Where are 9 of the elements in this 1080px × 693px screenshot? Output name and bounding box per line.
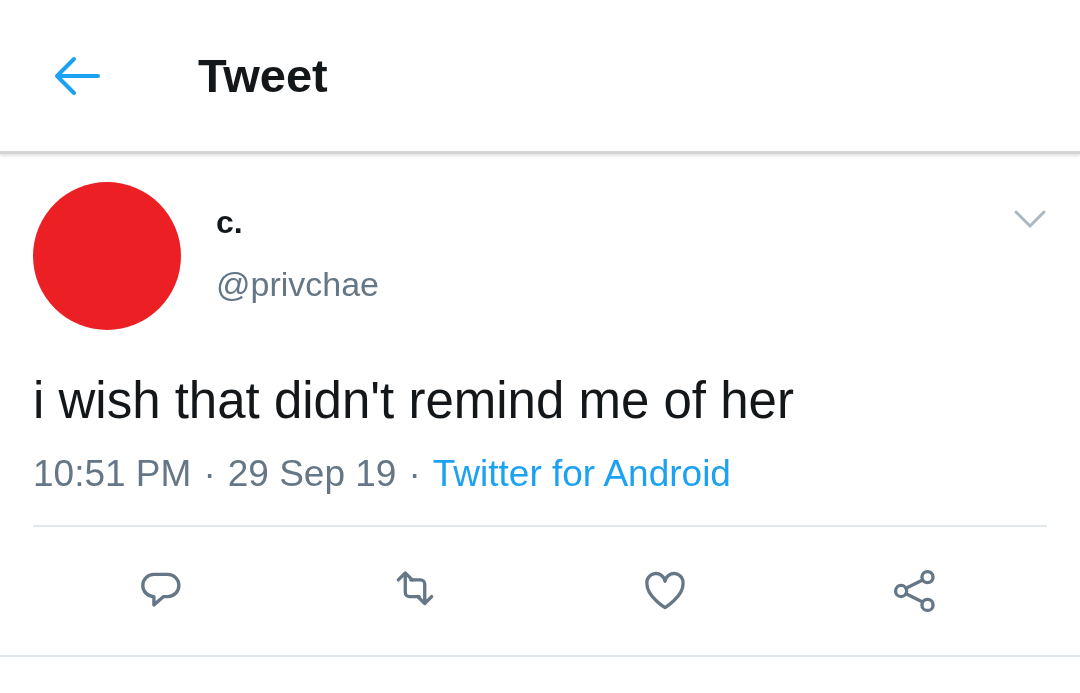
tweet-text: i wish that didn't remind me of her — [33, 371, 795, 431]
separator: · — [408, 453, 421, 496]
user-handle: @privchae — [216, 265, 381, 304]
timestamp: 29 Sep 19 — [227, 453, 397, 496]
page-title: Tweet — [198, 48, 328, 103]
user-name: c. — [216, 204, 244, 241]
separator: · — [203, 453, 216, 496]
timestamp: 10:51 PM — [33, 453, 192, 496]
source-link[interactable]: Twitter for Android — [432, 453, 731, 496]
